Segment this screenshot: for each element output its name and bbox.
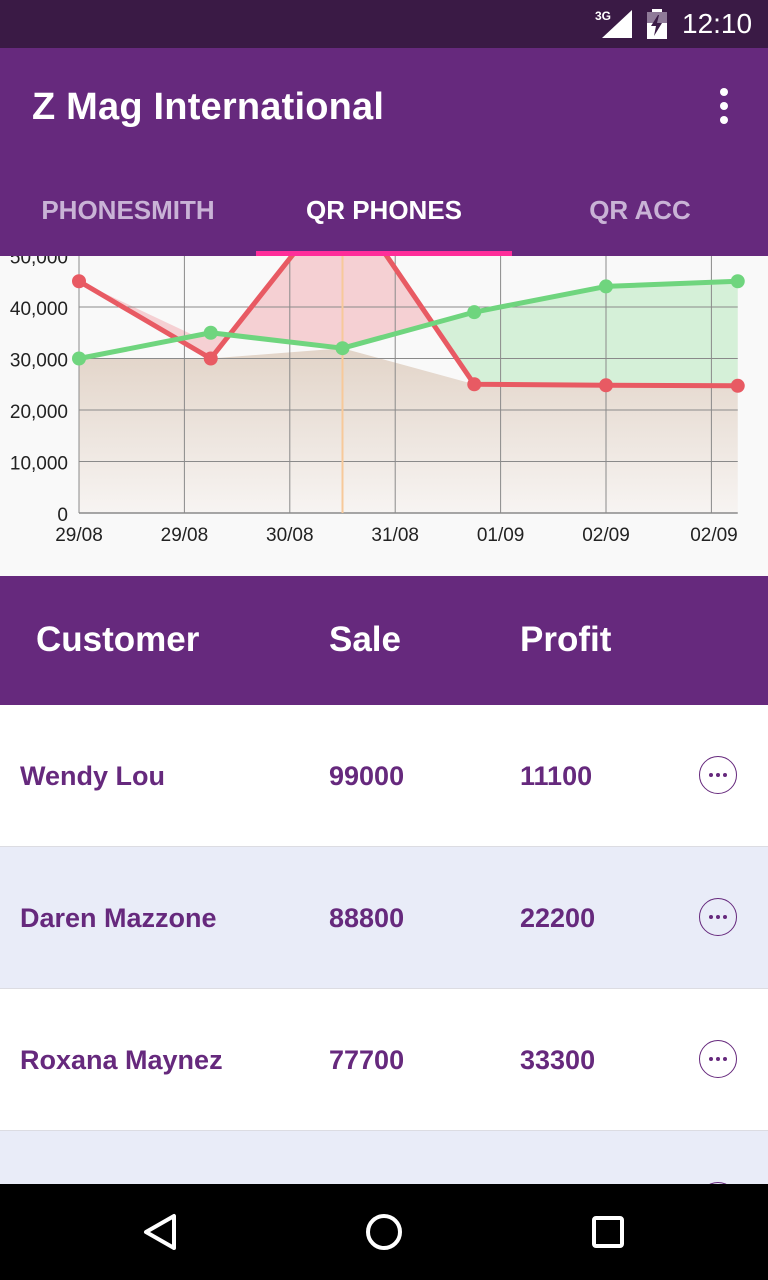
data-point <box>72 351 86 366</box>
sale-value: 77700 <box>329 1045 405 1075</box>
header-profit: Profit <box>520 620 612 659</box>
x-tick-label: 29/08 <box>161 525 209 546</box>
app-bar: Z Mag International PHONESMITH QR PHONES… <box>0 48 768 256</box>
table-row[interactable]: Roxana Maynez 77700 33300 <box>0 989 768 1131</box>
y-tick-label: 0 <box>57 505 68 526</box>
tab-bar: PHONESMITH QR PHONES QR ACC <box>0 176 768 256</box>
app-title: Z Mag International <box>32 86 385 128</box>
overflow-menu-icon[interactable] <box>712 86 736 126</box>
chart-gain-fill <box>435 281 738 386</box>
x-tick-label: 02/09 <box>582 525 630 546</box>
tab-qr-phones[interactable]: QR PHONES <box>256 176 512 256</box>
data-point <box>335 341 350 356</box>
y-tick-label: 20,000 <box>10 402 68 423</box>
back-icon[interactable] <box>136 1208 184 1256</box>
data-point <box>467 377 482 392</box>
signal-icon <box>602 10 632 38</box>
status-bar: 3G 12:10 <box>0 0 768 48</box>
x-tick-label: 30/08 <box>266 525 314 546</box>
data-point <box>203 325 218 340</box>
profit-value: 33300 <box>520 1045 596 1075</box>
system-nav-bar <box>0 1184 768 1280</box>
data-point <box>467 305 482 320</box>
y-tick-label: 10,000 <box>10 454 68 475</box>
sale-value: 99000 <box>329 761 405 791</box>
profit-value: 22200 <box>520 903 596 933</box>
customer-name: Daren Mazzone <box>20 903 217 933</box>
clock: 12:10 <box>682 8 753 39</box>
table-header: Customer Sale Profit <box>0 576 768 705</box>
profit-value: 11100 <box>520 761 593 791</box>
data-point <box>203 351 218 366</box>
y-tick-label: 50,000 <box>10 256 68 269</box>
data-point <box>72 274 86 289</box>
chart-svg: 0 10,000 20,000 30,000 40,000 50,000 29/08 29/0… <box>10 256 745 546</box>
x-tick-label: 01/09 <box>477 525 525 546</box>
data-point <box>599 378 613 393</box>
data-point <box>599 279 613 294</box>
header-customer: Customer <box>36 620 200 659</box>
header-sale: Sale <box>329 620 401 659</box>
y-tick-label: 40,000 <box>10 299 68 320</box>
sales-chart[interactable]: 0 10,000 20,000 30,000 40,000 50,000 29/08 29/0… <box>0 256 768 576</box>
x-tick-label: 31/08 <box>371 525 419 546</box>
more-horizontal-icon[interactable] <box>699 1040 737 1078</box>
battery-charging-icon <box>647 9 667 39</box>
x-tick-label: 02/09 <box>690 525 738 546</box>
tab-qr-acc[interactable]: QR ACC <box>512 176 768 256</box>
table-row[interactable]: Wendy Lou 99000 11100 <box>0 705 768 847</box>
more-horizontal-icon[interactable] <box>699 898 737 936</box>
y-tick-label: 30,000 <box>10 351 68 372</box>
recents-icon[interactable] <box>584 1208 632 1256</box>
customer-name: Roxana Maynez <box>20 1045 223 1075</box>
data-point <box>730 274 745 289</box>
more-horizontal-icon[interactable] <box>699 756 737 794</box>
home-icon[interactable] <box>360 1208 408 1256</box>
x-tick-label: 29/08 <box>55 525 103 546</box>
tab-qr-phones-label: QR PHONES <box>305 195 463 225</box>
tab-phonesmith[interactable]: PHONESMITH <box>0 176 256 256</box>
data-point <box>730 378 745 393</box>
sale-value: 88800 <box>329 903 405 933</box>
customer-name: Wendy Lou <box>20 761 165 791</box>
table-row[interactable]: Daren Mazzone 88800 22200 <box>0 847 768 989</box>
